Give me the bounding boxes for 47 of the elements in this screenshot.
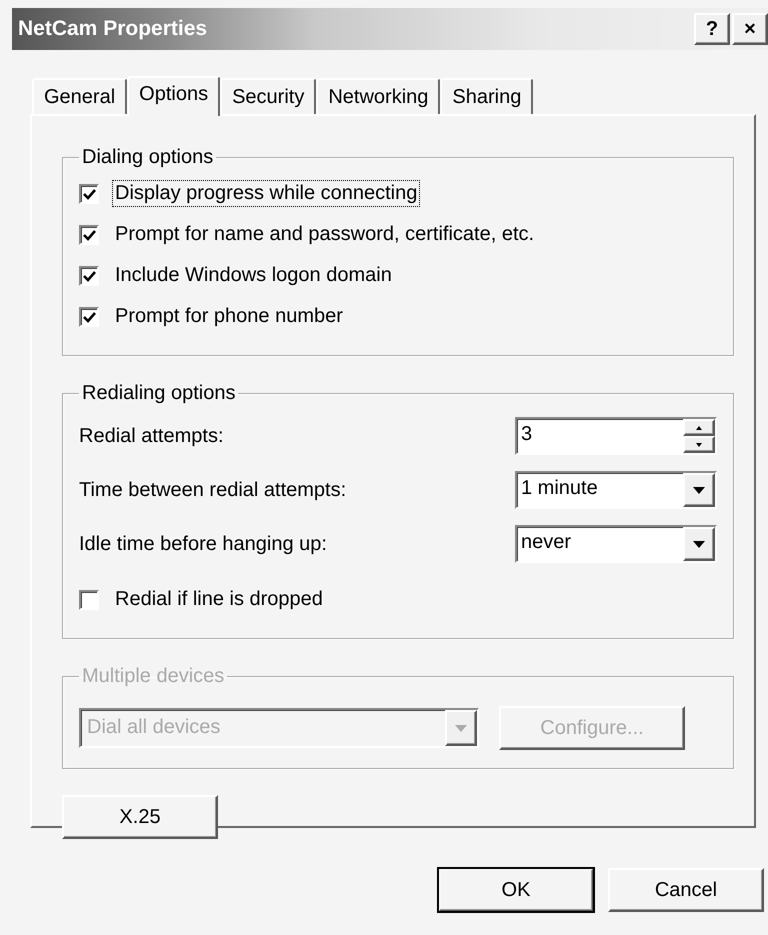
- window-title: NetCam Properties: [18, 17, 208, 41]
- down-arrow-icon: [693, 540, 705, 548]
- field-value: Dial all devices: [86, 715, 222, 740]
- tab[interactable]: Options: [127, 76, 220, 116]
- x25-button[interactable]: X.25: [62, 795, 218, 839]
- tab[interactable]: General: [32, 78, 128, 114]
- field-label: Idle time before hanging up:: [79, 532, 327, 556]
- group-title: Redialing options: [81, 382, 236, 405]
- dropdown-button[interactable]: [683, 527, 715, 561]
- field-value: never: [520, 530, 572, 555]
- checkbox[interactable]: [79, 224, 99, 244]
- ok-button[interactable]: OK: [438, 868, 594, 912]
- dropdown-button[interactable]: [683, 473, 715, 507]
- dropdown[interactable]: never: [515, 525, 717, 563]
- checkbox[interactable]: [79, 306, 99, 326]
- field-label: Redial attempts:: [79, 424, 224, 448]
- up-arrow-icon: [696, 426, 702, 430]
- field-label: Time between redial attempts:: [79, 478, 346, 502]
- checkbox-label: Display progress while connecting: [113, 181, 420, 206]
- check-icon: [82, 310, 96, 322]
- down-arrow-icon: [693, 486, 705, 494]
- field-value: 1 minute: [520, 476, 599, 501]
- tab[interactable]: Sharing: [440, 78, 534, 114]
- field-value: 3: [520, 422, 534, 447]
- checkbox-label: Redial if line is dropped: [114, 587, 324, 612]
- down-arrow-icon: [696, 442, 702, 446]
- close-button[interactable]: ×: [732, 13, 768, 45]
- check-icon: [82, 228, 96, 240]
- help-button[interactable]: ?: [694, 13, 730, 45]
- checkbox-label: Include Windows logon domain: [114, 263, 393, 288]
- group-title: Multiple devices: [81, 665, 226, 688]
- tab[interactable]: Networking: [316, 78, 440, 114]
- check-icon: [82, 188, 96, 200]
- checkbox[interactable]: [79, 184, 99, 204]
- checkbox[interactable]: [79, 266, 99, 286]
- checkbox-label: Prompt for phone number: [114, 304, 344, 329]
- spinner-field[interactable]: 3: [515, 417, 717, 455]
- tab[interactable]: Security: [220, 78, 316, 114]
- down-arrow-icon: [455, 724, 467, 732]
- checkbox[interactable]: [79, 590, 99, 610]
- spin-down-button[interactable]: [683, 436, 715, 453]
- check-icon: [82, 270, 96, 282]
- spin-up-button[interactable]: [683, 419, 715, 436]
- cancel-button[interactable]: Cancel: [608, 868, 764, 912]
- dropdown[interactable]: 1 minute: [515, 471, 717, 509]
- checkbox-label: Prompt for name and password, certificate, etc.: [114, 222, 536, 247]
- group-title: Dialing options: [81, 146, 214, 169]
